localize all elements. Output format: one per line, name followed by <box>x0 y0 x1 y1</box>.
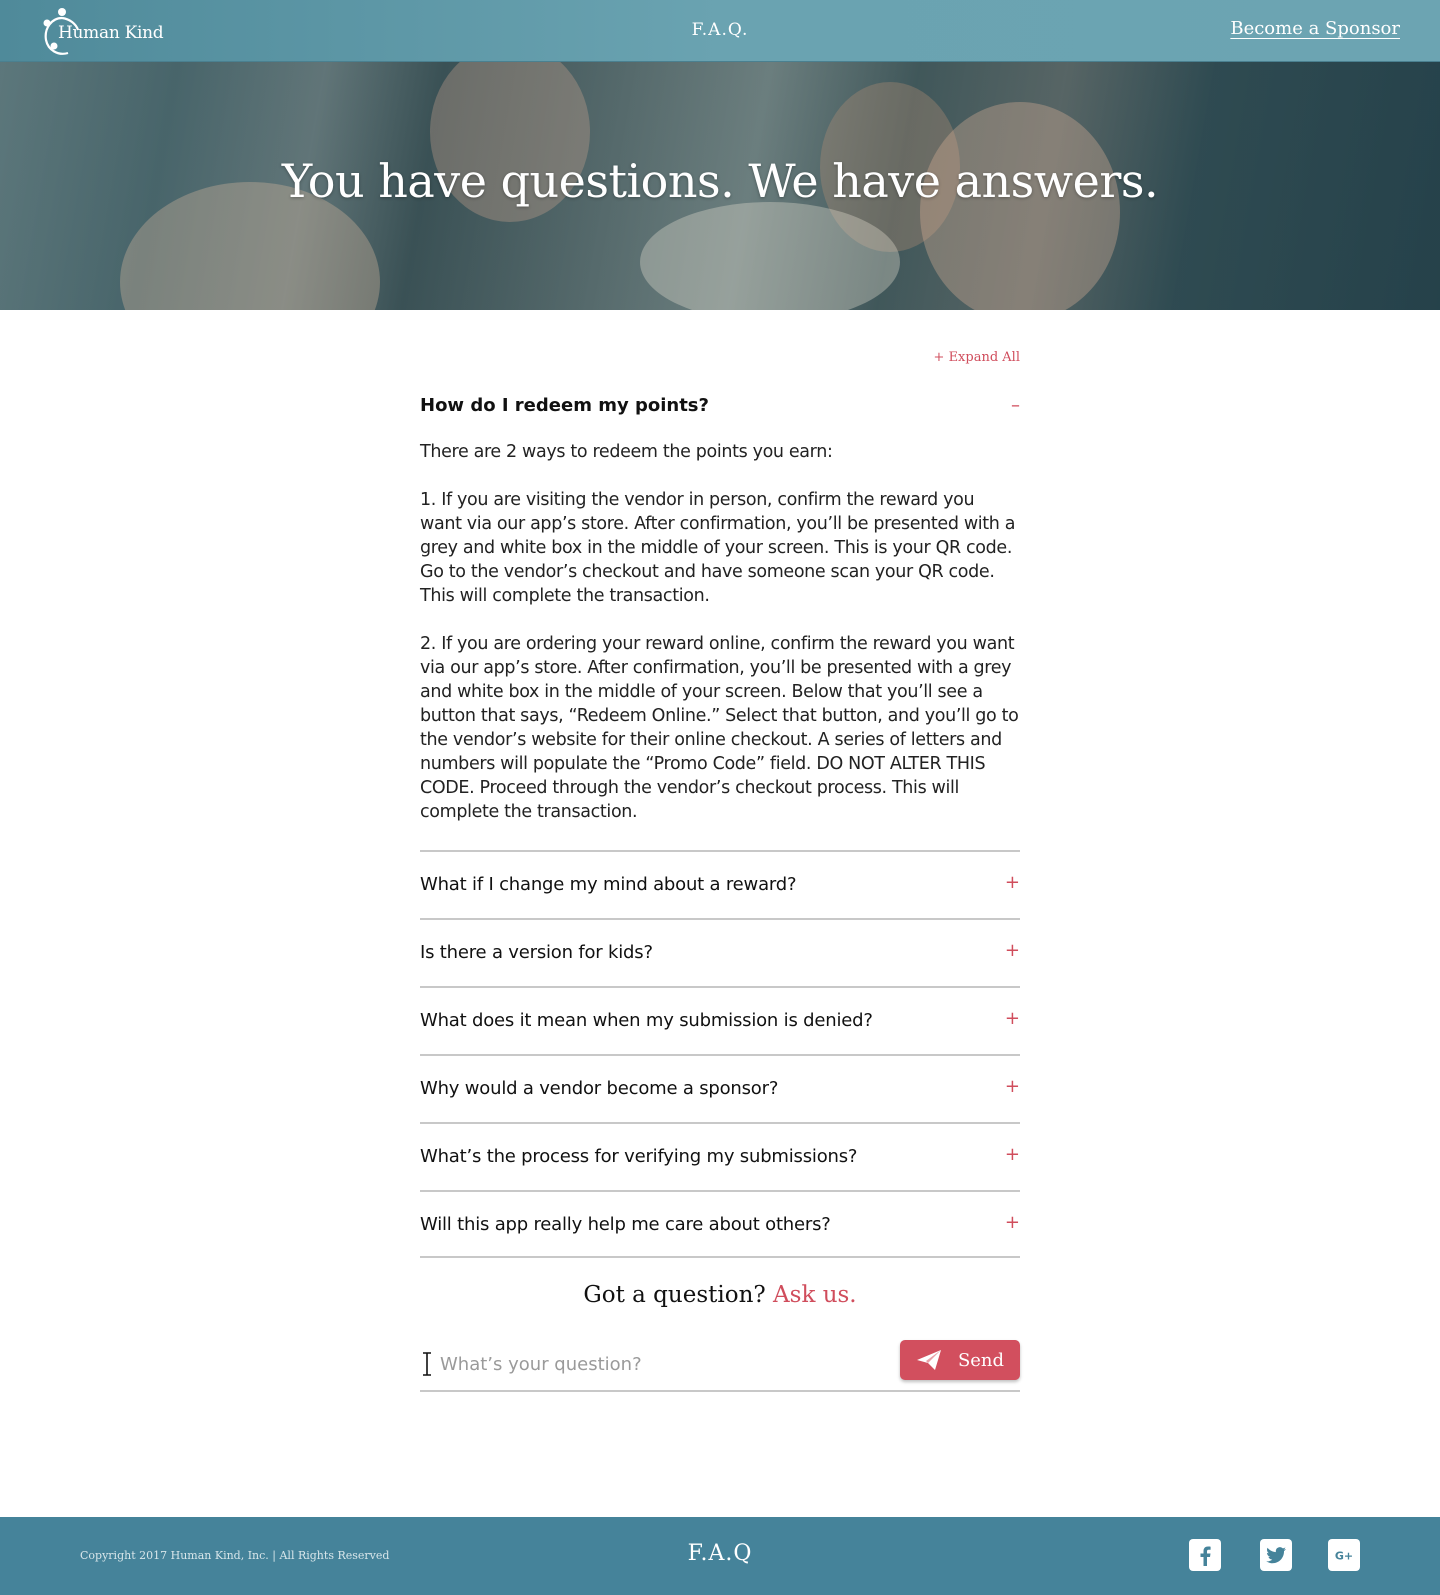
answer-paragraph: 2. If you are ordering your reward onlin… <box>420 634 1019 822</box>
question-input[interactable] <box>440 1348 880 1380</box>
answer-paragraph: There are 2 ways to redeem the points yo… <box>420 442 833 462</box>
expand-toggle[interactable]: + <box>1005 872 1020 893</box>
text-cursor-icon <box>423 1352 431 1376</box>
faq-question: Is there a version for kids? <box>420 942 653 963</box>
ask-heading-text: Got a question? <box>583 1282 766 1308</box>
faq-item-open: How do I redeem my points? – There are 2… <box>420 395 1020 822</box>
faq-list: What if I change my mind about a reward?… <box>420 850 1020 1258</box>
expand-toggle[interactable]: + <box>1005 1008 1020 1029</box>
top-header: Human Kind F.A.Q. Become a Sponsor <box>0 0 1440 62</box>
faq-item[interactable]: Will this app really help me care about … <box>420 1190 1020 1258</box>
hero-banner: You have questions. We have answers. <box>0 62 1440 310</box>
footer: Copyright 2017 Human Kind, Inc. | All Ri… <box>0 1517 1440 1595</box>
facebook-icon[interactable] <box>1189 1539 1221 1571</box>
send-button[interactable]: Send <box>900 1340 1020 1380</box>
faq-question-open[interactable]: How do I redeem my points? <box>420 395 1020 416</box>
faq-item[interactable]: Why would a vendor become a sponsor? + <box>420 1054 1020 1122</box>
ask-heading: Got a question? Ask us. <box>420 1282 1020 1308</box>
ask-form: Send <box>420 1340 1020 1392</box>
send-button-label: Send <box>957 1349 1005 1371</box>
faq-item[interactable]: What does it mean when my submission is … <box>420 986 1020 1054</box>
faq-question: Why would a vendor become a sponsor? <box>420 1078 779 1099</box>
twitter-icon[interactable] <box>1260 1539 1292 1571</box>
become-sponsor-link[interactable]: Become a Sponsor <box>1230 18 1400 39</box>
faq-item[interactable]: What if I change my mind about a reward?… <box>420 850 1020 918</box>
expand-all-button[interactable]: + Expand All <box>934 350 1020 365</box>
svg-text:G+: G+ <box>1335 1550 1353 1563</box>
faq-question: What’s the process for verifying my subm… <box>420 1146 858 1167</box>
faq-item[interactable]: What’s the process for verifying my subm… <box>420 1122 1020 1190</box>
collapse-toggle[interactable]: – <box>1011 395 1020 416</box>
faq-question: What if I change my mind about a reward? <box>420 874 797 895</box>
expand-toggle[interactable]: + <box>1005 1076 1020 1097</box>
expand-toggle[interactable]: + <box>1005 1212 1020 1233</box>
google-plus-icon[interactable]: G+ <box>1328 1539 1360 1571</box>
hero-photo-shape <box>640 202 900 310</box>
ask-heading-accent: Ask us. <box>773 1282 857 1308</box>
faq-question: Will this app really help me care about … <box>420 1214 831 1235</box>
expand-toggle[interactable]: + <box>1005 940 1020 961</box>
faq-item[interactable]: Is there a version for kids? + <box>420 918 1020 986</box>
hero-title: You have questions. We have answers. <box>281 154 1159 208</box>
faq-answer: There are 2 ways to redeem the points yo… <box>420 440 1020 848</box>
nav-faq-title: F.A.Q. <box>691 20 749 40</box>
expand-toggle[interactable]: + <box>1005 1144 1020 1165</box>
faq-question: What does it mean when my submission is … <box>420 1010 873 1031</box>
paper-plane-icon <box>916 1350 941 1370</box>
footer-faq-title: F.A.Q <box>687 1541 753 1566</box>
answer-paragraph: 1. If you are visiting the vendor in per… <box>420 490 1016 606</box>
